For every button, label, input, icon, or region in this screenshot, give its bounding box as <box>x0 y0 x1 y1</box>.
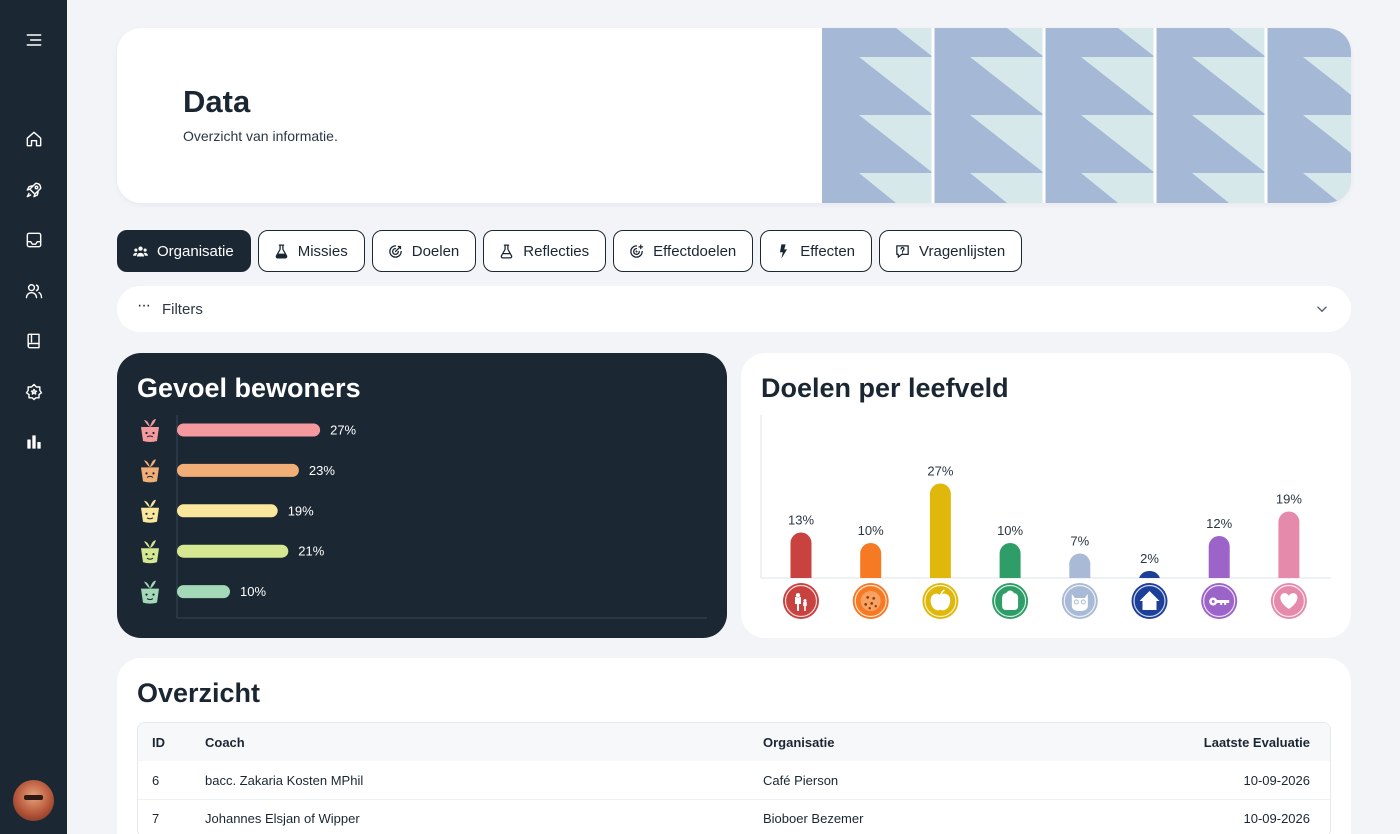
filters-toggle[interactable]: ··· Filters <box>117 286 1351 332</box>
inbox-icon[interactable] <box>22 228 46 252</box>
key-icon <box>1201 583 1238 619</box>
tab-label: Effectdoelen <box>653 242 737 260</box>
data-label: 10% <box>240 584 266 599</box>
data-label: 12% <box>1206 516 1232 531</box>
sidebar <box>0 0 67 834</box>
owl-icon <box>1061 583 1098 619</box>
chevron-down-icon[interactable] <box>1313 300 1331 318</box>
tab-label: Effecten <box>800 242 856 260</box>
table-row[interactable]: 6 bacc. Zakaria Kosten MPhil Café Pierso… <box>138 761 1330 799</box>
page-title: Data <box>183 84 251 119</box>
table-header: ID Coach Organisatie Laatste Evaluatie <box>138 723 1330 761</box>
data-label: 13% <box>788 513 814 528</box>
tab-label: Vragenlijsten <box>919 242 1006 260</box>
tab-effecten[interactable]: Effecten <box>760 230 873 272</box>
cell-organisatie: Café Pierson <box>763 772 839 788</box>
bar[interactable] <box>790 532 812 589</box>
tab-doelen[interactable]: Doelen <box>371 230 477 272</box>
home-icon[interactable] <box>22 127 46 151</box>
flask-icon <box>501 243 513 259</box>
cell-id: 6 <box>152 772 160 788</box>
cell-laatste-evaluatie: 10-09-2026 <box>1243 772 1311 788</box>
cell-laatste-evaluatie: 10-09-2026 <box>1243 811 1311 826</box>
tab-label: Reflecties <box>523 242 590 260</box>
bar[interactable] <box>177 504 278 518</box>
tab-bar: Organisatie Missies Doelen Reflecties Ef… <box>117 230 1023 272</box>
tab-label: Missies <box>297 242 348 260</box>
plant-face-1 <box>141 419 159 442</box>
target-plus-icon <box>630 243 644 258</box>
question-message-icon <box>896 244 909 258</box>
data-label: 19% <box>1276 492 1302 507</box>
bar[interactable] <box>1208 536 1230 589</box>
column-header-laatste-evaluatie[interactable]: Laatste Evaluatie <box>1163 735 1330 750</box>
overview-title: Overzicht <box>137 678 261 708</box>
tab-label: Doelen <box>411 242 460 260</box>
cell-coach: bacc. Zakaria Kosten MPhil <box>205 772 364 788</box>
data-label: 10% <box>997 523 1023 538</box>
overview-table: ID Coach Organisatie Laatste Evaluatie 6… <box>137 722 1331 834</box>
data-label: 27% <box>330 423 356 438</box>
page-subtitle: Overzicht van informatie. <box>183 128 338 144</box>
goals-chart: 13% 10% 27% 10% 7% 2% 12% 19% <box>760 415 1331 619</box>
bar[interactable] <box>1278 511 1300 589</box>
bolt-icon <box>780 243 788 259</box>
data-label: 7% <box>1070 534 1089 549</box>
filters-label: Filters <box>161 300 203 318</box>
column-header-id[interactable]: ID <box>138 735 205 750</box>
avatar[interactable] <box>13 780 54 821</box>
users-icon[interactable] <box>22 279 46 303</box>
house-icon <box>1131 583 1168 619</box>
flask-icon <box>275 243 287 259</box>
cookie-icon <box>852 583 889 619</box>
family-icon <box>783 583 819 619</box>
tab-vragenlijsten[interactable]: Vragenlijsten <box>879 230 1023 272</box>
plant-face-5 <box>141 580 159 604</box>
table-row[interactable]: 7 Johannes Elsjan of Wipper Bioboer Beze… <box>138 799 1330 834</box>
data-label: 19% <box>288 503 314 518</box>
feeling-chart-card: Gevoel bewoners 27% 23% 19% 21% 10% <box>117 353 727 638</box>
column-header-coach[interactable]: Coach <box>205 735 763 750</box>
wallet-icon <box>992 583 1029 619</box>
group-icon <box>133 246 148 256</box>
data-label: 23% <box>309 463 335 478</box>
feeling-chart: 27% 23% 19% 21% 10% <box>141 415 707 619</box>
more-icon: ··· <box>137 297 151 314</box>
bar[interactable] <box>177 423 321 437</box>
tab-missies[interactable]: Missies <box>257 230 365 272</box>
bar[interactable] <box>999 543 1021 589</box>
data-label: 2% <box>1140 551 1159 566</box>
bar[interactable] <box>177 544 289 558</box>
menu-icon[interactable] <box>22 28 46 52</box>
bar[interactable] <box>929 483 951 589</box>
tab-organisatie[interactable]: Organisatie <box>117 230 251 272</box>
data-label: 21% <box>298 544 324 559</box>
bar[interactable] <box>860 543 882 589</box>
plant-face-2 <box>141 459 159 483</box>
target-icon <box>388 244 402 258</box>
tab-effectdoelen[interactable]: Effectdoelen <box>613 230 754 272</box>
book-icon[interactable] <box>22 329 46 353</box>
tab-label: Organisatie <box>157 242 234 260</box>
header-pattern <box>822 28 1351 203</box>
cell-id: 7 <box>152 811 160 826</box>
overview-card: Overzicht ID Coach Organisatie Laatste E… <box>117 658 1351 834</box>
apple-icon <box>922 583 959 619</box>
cell-coach: Johannes Elsjan of Wipper <box>205 811 360 826</box>
data-label: 10% <box>858 523 884 538</box>
goals-chart-card: Doelen per leefveld 13% 10% 27% 10% 7% 2% 12% 1… <box>741 353 1351 638</box>
page-header: Data Overzicht van informatie. <box>117 28 1351 203</box>
data-label: 27% <box>927 464 953 479</box>
bar[interactable] <box>177 585 230 599</box>
column-header-organisatie[interactable]: Organisatie <box>763 735 1163 750</box>
bar-chart-icon[interactable] <box>22 430 46 454</box>
plant-face-3 <box>141 499 159 523</box>
plant-face-4 <box>141 540 159 564</box>
cell-organisatie: Bioboer Bezemer <box>763 811 864 826</box>
rocket-icon[interactable] <box>22 178 46 202</box>
bar[interactable] <box>177 463 299 477</box>
heart-icon <box>1270 583 1307 619</box>
badge-icon[interactable] <box>22 380 46 404</box>
tab-reflecties[interactable]: Reflecties <box>483 230 607 272</box>
